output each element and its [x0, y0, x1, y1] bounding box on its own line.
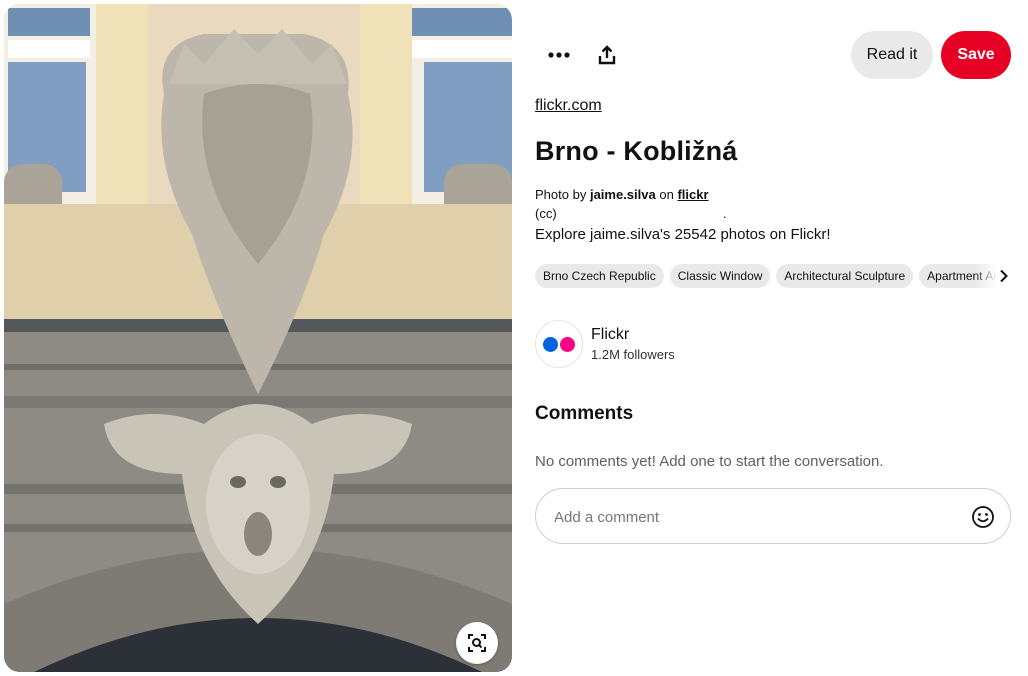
- credit-author[interactable]: jaime.silva: [590, 187, 656, 202]
- license-trailing: .: [723, 206, 727, 221]
- more-options-button[interactable]: [539, 35, 579, 75]
- tag-chip[interactable]: Architectural Sculpture: [776, 264, 914, 288]
- share-icon: [598, 45, 616, 65]
- flickr-blue-dot: [543, 336, 558, 352]
- license-label: (cc): [535, 206, 557, 221]
- read-it-button[interactable]: Read it: [851, 31, 933, 79]
- tags-fade: [975, 264, 997, 290]
- smiley-icon: [972, 506, 994, 528]
- chevron-right-icon: [1000, 269, 1008, 283]
- credit-mid: on: [659, 187, 674, 202]
- pin-title: Brno - Kobližná: [535, 136, 738, 166]
- pin-photo-illustration: [4, 4, 512, 672]
- creator-name[interactable]: Flickr: [591, 326, 629, 344]
- share-button[interactable]: [587, 35, 627, 75]
- pin-details-panel: Read it Save flickr.com Brno - Kobližná …: [535, 0, 1015, 676]
- credit-site-link[interactable]: flickr: [677, 187, 708, 202]
- visual-search-button[interactable]: [456, 622, 498, 664]
- tag-chip[interactable]: Classic Window: [669, 264, 771, 288]
- comment-input[interactable]: [552, 503, 956, 531]
- no-comments-text: No comments yet! Add one to start the co…: [535, 453, 884, 470]
- save-button[interactable]: Save: [941, 31, 1011, 79]
- comment-box: [535, 488, 1011, 544]
- photo-credit: Photo by jaime.silva on flickr: [535, 187, 709, 202]
- credit-prefix: Photo by: [535, 187, 587, 202]
- creator-followers: 1.2M followers: [591, 347, 675, 362]
- visual-search-icon: [468, 634, 486, 652]
- source-link[interactable]: flickr.com: [535, 97, 602, 115]
- tags-scroll-right-button[interactable]: [995, 264, 1013, 288]
- pin-image[interactable]: [4, 4, 512, 672]
- pin-description: Explore jaime.silva's 25542 photos on Fl…: [535, 226, 831, 243]
- comments-heading: Comments: [535, 403, 634, 424]
- flickr-pink-dot: [560, 336, 575, 352]
- tag-chip[interactable]: Brno Czech Republic: [535, 264, 664, 288]
- tag-list: Brno Czech Republic Classic Window Archite…: [535, 264, 997, 290]
- ellipsis-icon: [548, 52, 570, 58]
- emoji-button[interactable]: [970, 504, 996, 530]
- creator-avatar[interactable]: [535, 320, 583, 368]
